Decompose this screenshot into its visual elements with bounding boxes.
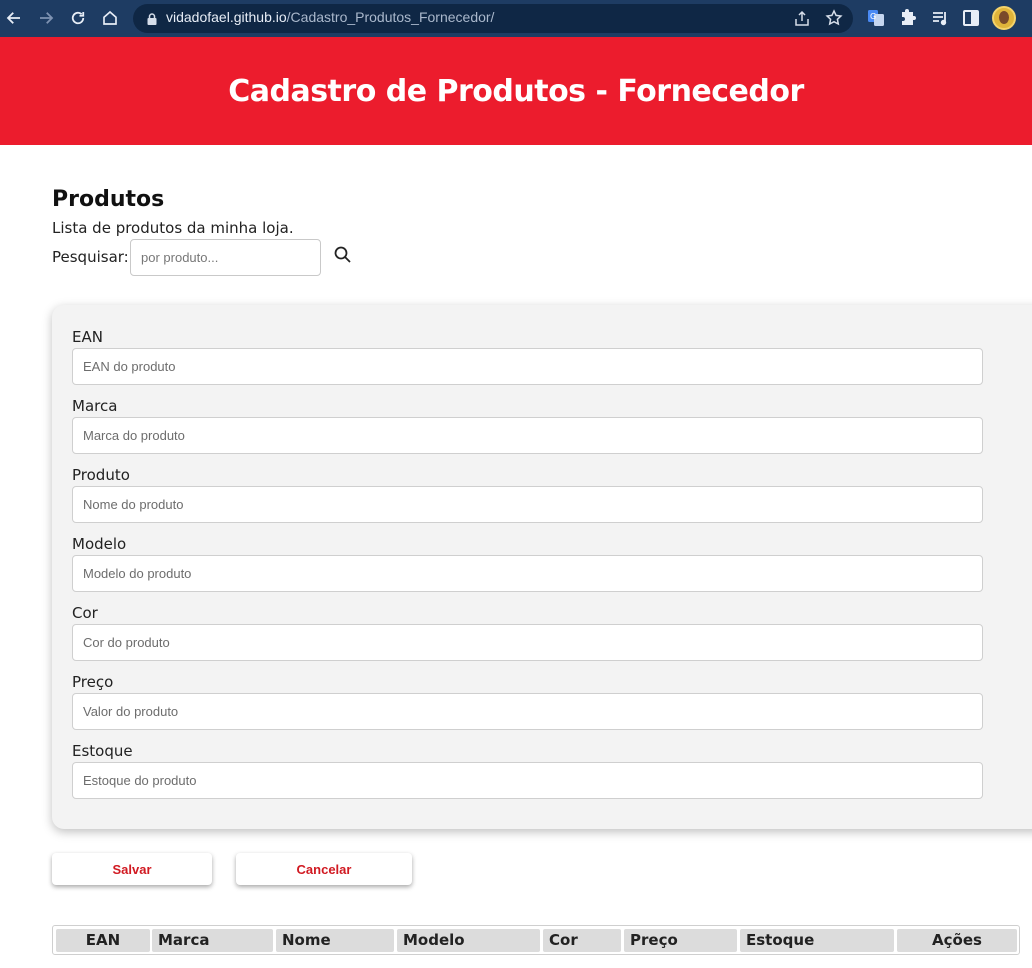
svg-text:G: G	[870, 12, 876, 21]
marca-label: Marca	[72, 397, 118, 415]
search-icon[interactable]	[333, 245, 353, 265]
column-header-ean: EAN	[56, 929, 150, 952]
ean-input[interactable]	[72, 348, 983, 385]
side-panel-icon[interactable]	[961, 8, 981, 28]
preco-label: Preço	[72, 673, 114, 691]
modelo-label: Modelo	[72, 535, 127, 553]
marca-input[interactable]	[72, 417, 983, 454]
translate-extension-icon[interactable]: G	[866, 8, 886, 28]
bookmark-star-icon[interactable]	[825, 9, 843, 27]
column-header-cor: Cor	[543, 929, 621, 952]
forward-arrow-icon[interactable]	[35, 7, 57, 29]
products-title: Produtos	[52, 187, 165, 212]
product-form: EAN Marca Produto Modelo Cor Preço Estoq…	[52, 305, 1032, 829]
save-button[interactable]: Salvar	[52, 853, 212, 885]
column-header-acoes: Ações	[897, 929, 1017, 952]
estoque-label: Estoque	[72, 742, 133, 760]
products-table: EAN Marca Nome Modelo Cor Preço Estoque …	[52, 925, 1020, 955]
estoque-input[interactable]	[72, 762, 983, 799]
url-domain: vidadofael.github.io	[166, 9, 287, 25]
share-icon[interactable]	[793, 10, 811, 28]
page-title: Cadastro de Produtos - Fornecedor	[228, 73, 804, 109]
cor-input[interactable]	[72, 624, 983, 661]
search-input[interactable]	[130, 239, 321, 276]
url-path: /Cadastro_Produtos_Fornecedor/	[286, 9, 495, 25]
extensions-puzzle-icon[interactable]	[898, 8, 918, 28]
column-header-marca: Marca	[152, 929, 273, 952]
search-label: Pesquisar:	[52, 248, 129, 266]
home-icon[interactable]	[99, 7, 121, 29]
produto-input[interactable]	[72, 486, 983, 523]
url-text: vidadofael.github.io/Cadastro_Produtos_F…	[166, 9, 494, 25]
address-bar[interactable]: vidadofael.github.io/Cadastro_Produtos_F…	[133, 4, 853, 33]
media-controls-icon[interactable]	[930, 8, 950, 28]
products-subtitle: Lista de produtos da minha loja.	[52, 219, 294, 237]
modelo-input[interactable]	[72, 555, 983, 592]
produto-label: Produto	[72, 466, 130, 484]
browser-toolbar: vidadofael.github.io/Cadastro_Produtos_F…	[0, 0, 1032, 37]
column-header-modelo: Modelo	[397, 929, 540, 952]
cancel-button[interactable]: Cancelar	[236, 853, 412, 885]
back-arrow-icon[interactable]	[3, 7, 25, 29]
profile-avatar[interactable]	[992, 6, 1016, 30]
column-header-nome: Nome	[276, 929, 394, 952]
lock-icon	[145, 11, 159, 25]
preco-input[interactable]	[72, 693, 983, 730]
cor-label: Cor	[72, 604, 98, 622]
reload-icon[interactable]	[67, 7, 89, 29]
ean-label: EAN	[72, 328, 103, 346]
page-header: Cadastro de Produtos - Fornecedor	[0, 37, 1032, 145]
column-header-preco: Preço	[624, 929, 737, 952]
column-header-estoque: Estoque	[740, 929, 894, 952]
